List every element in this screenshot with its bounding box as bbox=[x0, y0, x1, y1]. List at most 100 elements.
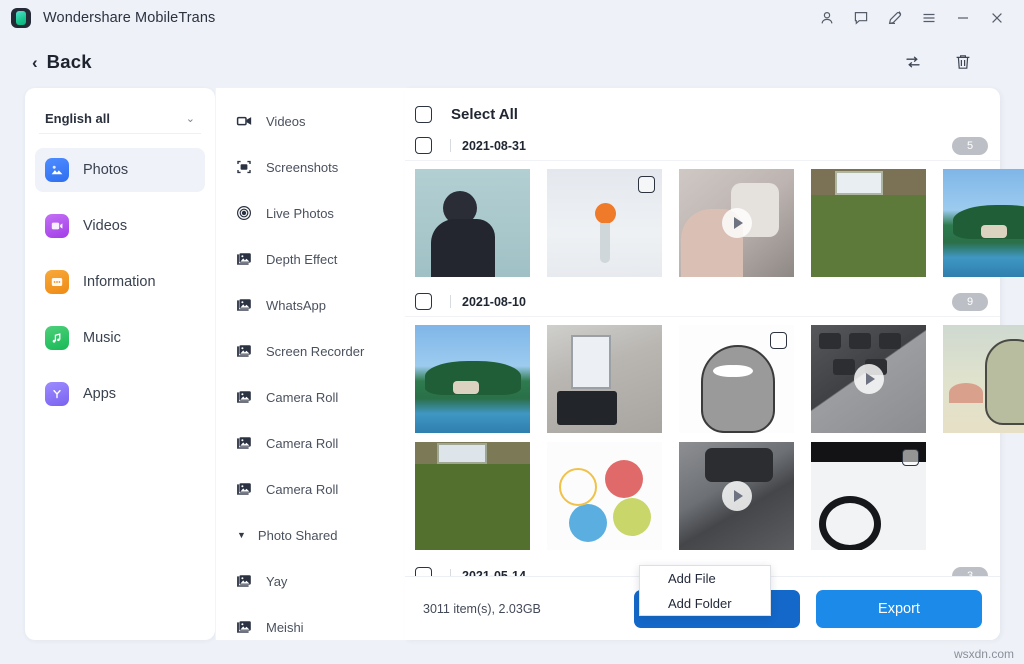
sync-icon[interactable] bbox=[902, 51, 924, 73]
album-item-videos[interactable]: Videos bbox=[215, 98, 405, 144]
menu-icon[interactable] bbox=[914, 3, 944, 33]
information-icon bbox=[45, 270, 69, 294]
photo-stack-icon bbox=[235, 481, 252, 498]
album-panel: Videos Screenshots Live Photos Depth Eff… bbox=[215, 88, 405, 640]
album-list: Videos Screenshots Live Photos Depth Eff… bbox=[215, 88, 405, 650]
thumb-checkbox[interactable] bbox=[770, 332, 787, 349]
photo-stack-icon bbox=[235, 343, 252, 360]
divider bbox=[450, 295, 451, 308]
sidebar-item-photos[interactable]: Photos bbox=[35, 148, 205, 192]
thumb-airpods[interactable] bbox=[679, 169, 794, 277]
thumbnail-row bbox=[405, 317, 1000, 433]
feedback-icon[interactable] bbox=[846, 3, 876, 33]
mobiletrans-app-icon bbox=[11, 8, 31, 28]
date-label: 2021-08-10 bbox=[462, 295, 526, 309]
album-item-screenshots[interactable]: Screenshots bbox=[215, 144, 405, 190]
select-all-checkbox[interactable] bbox=[415, 106, 432, 123]
thumb-flowers[interactable] bbox=[547, 169, 662, 277]
album-item-yay[interactable]: Yay bbox=[215, 558, 405, 604]
select-all-row[interactable]: Select All bbox=[405, 97, 1000, 131]
apps-icon bbox=[45, 382, 69, 406]
language-select[interactable]: English all ⌄ bbox=[39, 104, 201, 134]
album-label: Screenshots bbox=[266, 160, 338, 175]
album-label: Camera Roll bbox=[266, 390, 338, 405]
menu-item-add-folder[interactable]: Add Folder bbox=[640, 591, 770, 616]
album-label: Videos bbox=[266, 114, 306, 129]
photo-stack-icon bbox=[235, 389, 252, 406]
album-item-camera-roll-1[interactable]: Camera Roll bbox=[215, 374, 405, 420]
thumb-phone[interactable] bbox=[679, 442, 794, 550]
delete-icon[interactable] bbox=[952, 51, 974, 73]
minimize-icon[interactable] bbox=[948, 3, 978, 33]
album-item-live-photos[interactable]: Live Photos bbox=[215, 190, 405, 236]
photos-icon bbox=[45, 158, 69, 182]
album-label: Screen Recorder bbox=[266, 344, 364, 359]
album-label: Yay bbox=[266, 574, 287, 589]
app-window: Wondershare MobileTrans bbox=[0, 0, 1024, 664]
count-badge: 9 bbox=[952, 293, 988, 311]
date-group-checkbox[interactable] bbox=[415, 137, 432, 154]
photo-stack-icon bbox=[235, 297, 252, 314]
account-icon[interactable] bbox=[812, 3, 842, 33]
thumb-painting[interactable] bbox=[943, 325, 1024, 433]
back-chevron-icon: ‹ bbox=[32, 54, 38, 71]
album-group-photo-shared[interactable]: ▼ Photo Shared bbox=[215, 512, 405, 558]
window-controls bbox=[812, 0, 1024, 36]
date-group-header[interactable]: 2021-08-31 5 bbox=[405, 131, 1000, 161]
back-label: Back bbox=[47, 51, 92, 73]
edit-icon[interactable] bbox=[880, 3, 910, 33]
album-item-meishi[interactable]: Meishi bbox=[215, 604, 405, 650]
date-group-checkbox[interactable] bbox=[415, 293, 432, 310]
thumb-keyboard[interactable] bbox=[811, 325, 926, 433]
thumb-checkbox[interactable] bbox=[902, 449, 919, 466]
album-group-label: Photo Shared bbox=[258, 528, 338, 543]
sidebar-item-label: Apps bbox=[83, 386, 116, 402]
video-camera-icon bbox=[235, 113, 252, 130]
export-button[interactable]: Export bbox=[816, 590, 982, 628]
sidebar-item-apps[interactable]: Apps bbox=[35, 372, 205, 416]
sidebar-item-information[interactable]: Information bbox=[35, 260, 205, 304]
title-bar: Wondershare MobileTrans bbox=[0, 0, 1024, 36]
thumb-office[interactable] bbox=[547, 325, 662, 433]
chevron-down-icon: ⌄ bbox=[186, 112, 195, 125]
sidebar-item-music[interactable]: Music bbox=[35, 316, 205, 360]
sidebar-item-videos[interactable]: Videos bbox=[35, 204, 205, 248]
caret-down-icon: ▼ bbox=[237, 530, 246, 540]
thumb-beach[interactable] bbox=[943, 169, 1024, 277]
play-icon[interactable] bbox=[722, 208, 752, 238]
close-icon[interactable] bbox=[982, 3, 1012, 33]
photo-stack-icon bbox=[235, 435, 252, 452]
album-item-camera-roll-2[interactable]: Camera Roll bbox=[215, 420, 405, 466]
album-label: WhatsApp bbox=[266, 298, 326, 313]
album-item-depth-effect[interactable]: Depth Effect bbox=[215, 236, 405, 282]
context-menu: Add File Add Folder bbox=[639, 565, 771, 616]
thumb-portrait[interactable] bbox=[415, 169, 530, 277]
app-title: Wondershare MobileTrans bbox=[43, 10, 215, 26]
watermark: wsxdn.com bbox=[954, 647, 1014, 661]
back-button[interactable]: ‹ Back bbox=[32, 51, 92, 73]
sidebar-panel: English all ⌄ Photos Videos bbox=[25, 88, 215, 640]
thumb-checkbox[interactable] bbox=[638, 176, 655, 193]
select-all-label: Select All bbox=[451, 106, 518, 123]
sidebar-item-label: Music bbox=[83, 330, 121, 346]
sidebar-item-label: Photos bbox=[83, 162, 128, 178]
album-item-whatsapp[interactable]: WhatsApp bbox=[215, 282, 405, 328]
header-tools bbox=[902, 51, 974, 73]
thumb-garden-2[interactable] bbox=[415, 442, 530, 550]
album-item-camera-roll-3[interactable]: Camera Roll bbox=[215, 466, 405, 512]
sidebar-nav: Photos Videos Information bbox=[25, 148, 215, 416]
menu-item-add-file[interactable]: Add File bbox=[640, 566, 770, 591]
thumb-totoro[interactable] bbox=[679, 325, 794, 433]
thumb-garden[interactable] bbox=[811, 169, 926, 277]
album-label: Camera Roll bbox=[266, 482, 338, 497]
date-group-header[interactable]: 2021-08-10 9 bbox=[405, 287, 1000, 317]
divider bbox=[450, 139, 451, 152]
play-icon[interactable] bbox=[854, 364, 884, 394]
thumb-infographic[interactable] bbox=[547, 442, 662, 550]
thumb-cable[interactable] bbox=[811, 442, 926, 550]
album-item-screen-recorder[interactable]: Screen Recorder bbox=[215, 328, 405, 374]
sidebar-item-label: Videos bbox=[83, 218, 127, 234]
screenshot-icon bbox=[235, 159, 252, 176]
thumb-beach-2[interactable] bbox=[415, 325, 530, 433]
play-icon[interactable] bbox=[722, 481, 752, 511]
